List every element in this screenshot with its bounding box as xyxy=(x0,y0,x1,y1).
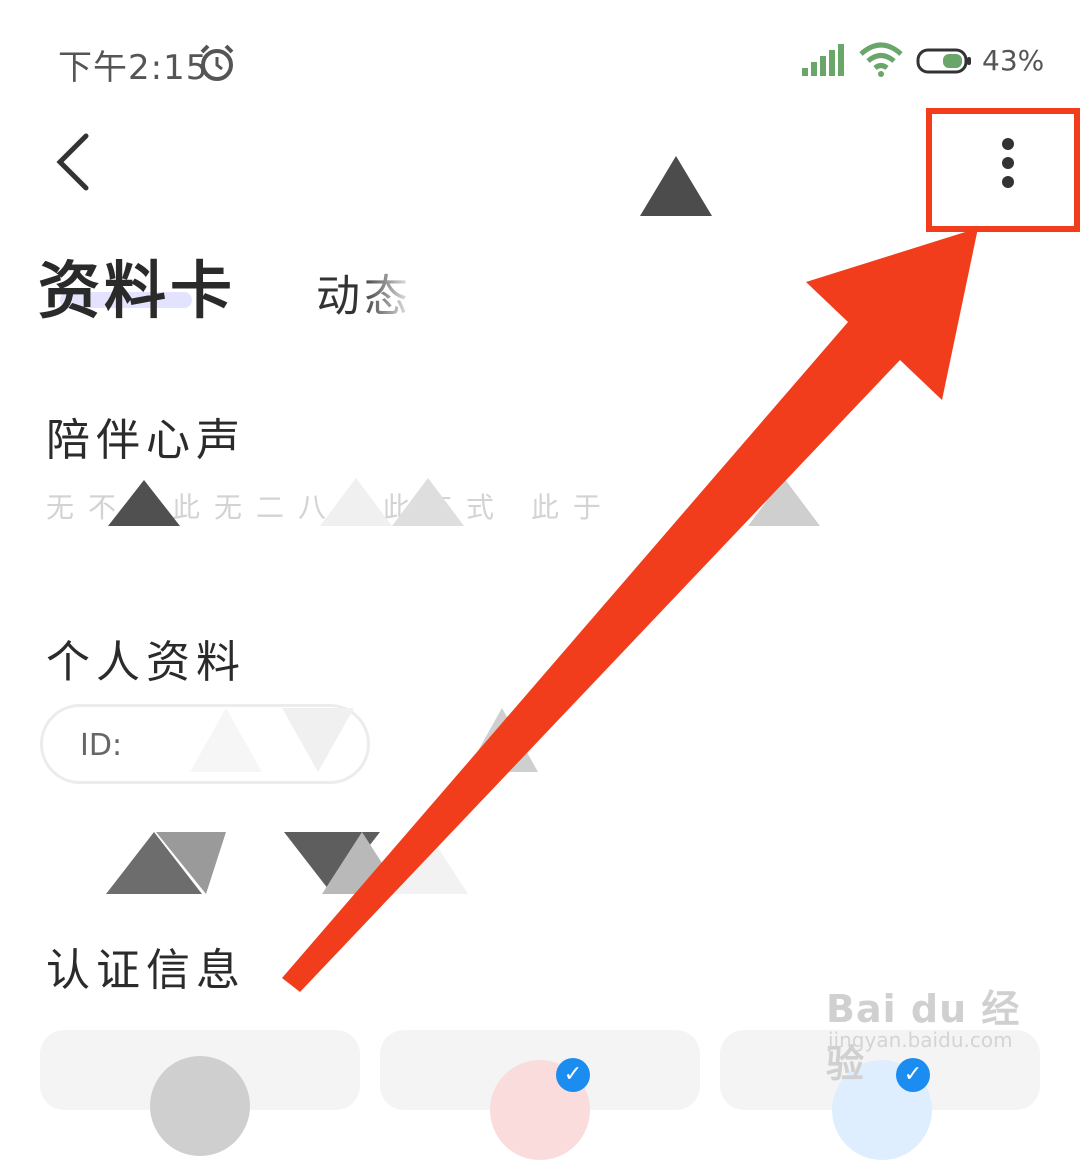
watermark-url: jingyan.baidu.com xyxy=(828,1028,1013,1052)
annotation-arrow xyxy=(282,228,978,992)
watermark-logo: Bai du 经验 jingyan.baidu.com xyxy=(826,962,1026,1086)
